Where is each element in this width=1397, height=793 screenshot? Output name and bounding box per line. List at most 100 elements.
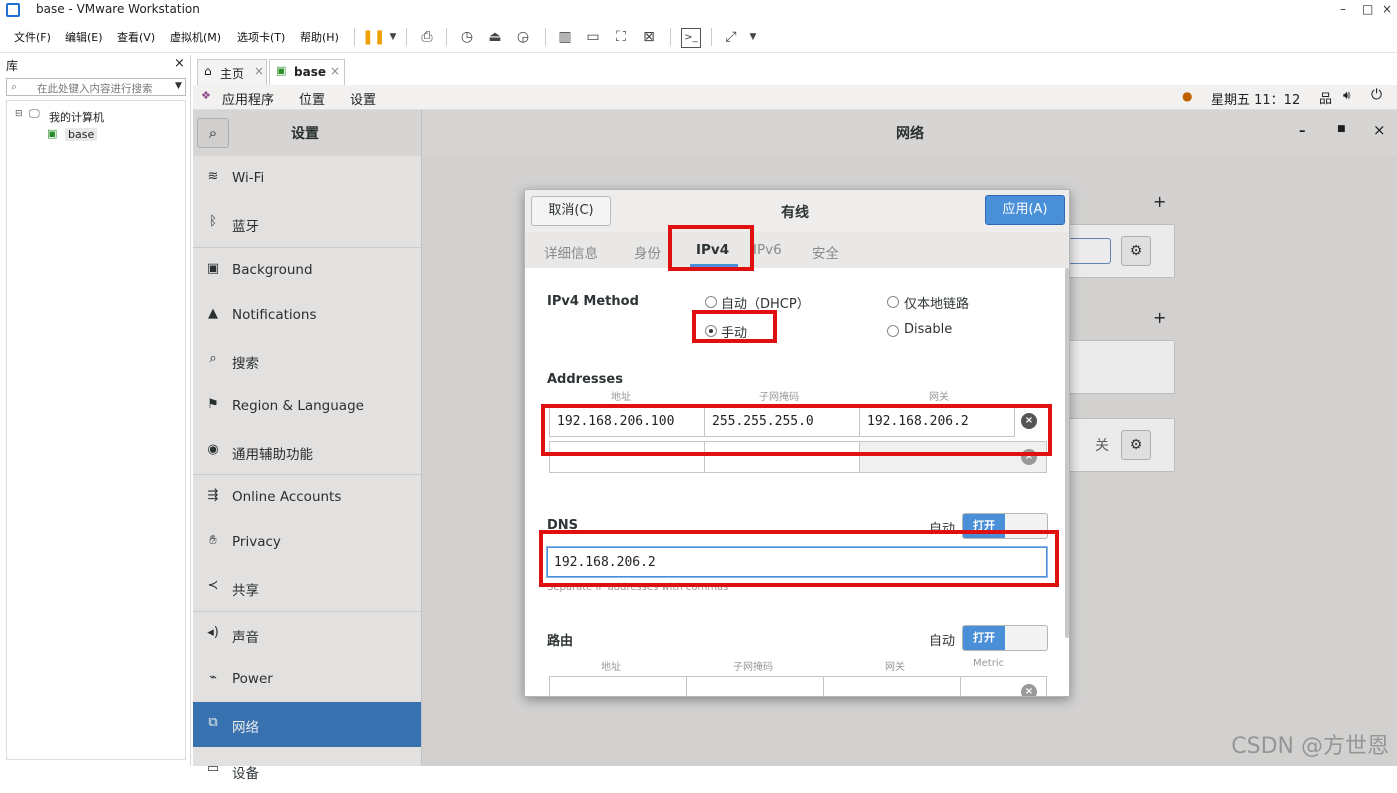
route-address-input[interactable]: [549, 676, 687, 696]
tab-security[interactable]: 安全: [812, 242, 839, 262]
dialog-tabs: 详细信息 身份 IPv4 IPv6 安全: [525, 232, 1069, 269]
chevron-down-icon[interactable]: ▼: [744, 28, 762, 46]
dns-hint: Separate IP addresses with commas: [547, 582, 729, 593]
menu-tabs[interactable]: 选项卡(T): [237, 29, 285, 45]
col-address: 地址: [611, 392, 631, 403]
vm-icon: ▣: [47, 127, 58, 140]
new-netmask-input[interactable]: [704, 441, 860, 473]
chevron-down-icon[interactable]: ▼: [384, 28, 402, 46]
tab-home-label: 主页: [220, 67, 245, 81]
library-search-input[interactable]: ⌕ 在此处键入内容进行搜索 ▼: [6, 78, 186, 96]
radio-manual[interactable]: [705, 325, 717, 337]
console-view-icon[interactable]: ▭: [584, 28, 602, 46]
network-status-icon[interactable]: 品: [1319, 88, 1332, 107]
tab-close-icon[interactable]: ×: [254, 64, 264, 78]
stretch-icon[interactable]: ⤢: [722, 28, 740, 46]
send-keys-icon[interactable]: ⎙: [418, 28, 436, 46]
dialog-scrollbar[interactable]: [1065, 268, 1069, 638]
addresses-label: Addresses: [547, 372, 623, 387]
computer-icon: 🖵: [29, 107, 40, 120]
toolbar-separator: [354, 28, 355, 46]
menu-view[interactable]: 查看(V): [117, 29, 155, 45]
toolbar-separator: [446, 28, 447, 46]
gateway-input[interactable]: 192.168.206.2: [859, 405, 1015, 437]
col-netmask: 子网掩码: [759, 392, 799, 403]
tab-ipv6[interactable]: IPv6: [753, 242, 782, 258]
dns-value: 192.168.206.2: [554, 555, 656, 570]
tree-vm-base[interactable]: base: [65, 128, 98, 141]
terminal-icon[interactable]: >_: [681, 28, 701, 48]
home-icon: ⌂: [204, 64, 212, 78]
dns-toggle-on: 打开: [963, 514, 1005, 538]
tab-details[interactable]: 详细信息: [544, 242, 598, 262]
menu-bar: 文件(F) 编辑(E) 查看(V) 虚拟机(M) 选项卡(T) 帮助(H) ❚❚…: [0, 22, 1397, 53]
cancel-button[interactable]: 取消(C): [531, 196, 611, 226]
active-tab-indicator: [690, 264, 738, 267]
address-input[interactable]: 192.168.206.100: [549, 405, 705, 437]
route-col-gateway: 网关: [885, 662, 905, 673]
dialog-title: 有线: [781, 205, 809, 221]
library-search-placeholder: 在此处键入内容进行搜索: [37, 83, 153, 95]
revert-snapshot-icon[interactable]: ⏏: [486, 28, 504, 46]
netmask-input[interactable]: 255.255.255.0: [704, 405, 860, 437]
delete-address-icon[interactable]: ×: [1021, 413, 1037, 429]
search-icon: ⌕: [11, 80, 18, 93]
apply-button[interactable]: 应用(A): [985, 195, 1065, 225]
vm-icon: ▣: [276, 64, 287, 77]
maximize-button[interactable]: □: [1362, 2, 1373, 16]
power-icon[interactable]: ⏻: [1371, 87, 1382, 103]
route-col-netmask: 子网掩码: [733, 662, 773, 673]
dns-auto-toggle[interactable]: 打开: [962, 513, 1048, 539]
pause-icon[interactable]: ❚❚: [362, 28, 385, 46]
chevron-down-icon[interactable]: ▼: [175, 81, 182, 91]
radio-disable-label: Disable: [904, 322, 953, 337]
dns-label: DNS: [547, 518, 579, 533]
tab-home[interactable]: ⌂ 主页 ×: [197, 59, 267, 85]
ipv4-method-label: IPv4 Method: [547, 294, 639, 309]
menu-file[interactable]: 文件(F): [14, 29, 51, 45]
fullscreen-icon[interactable]: ⛶: [612, 28, 630, 46]
netmask-value: 255.255.255.0: [712, 414, 814, 429]
minimize-button[interactable]: –: [1340, 2, 1346, 16]
dns-input[interactable]: 192.168.206.2: [547, 547, 1047, 577]
toolbar-separator: [545, 28, 546, 46]
clock[interactable]: 星期五 11：12: [1211, 89, 1300, 108]
radio-link-local[interactable]: [887, 296, 899, 308]
places-menu[interactable]: 位置: [299, 89, 325, 108]
routes-toggle-on: 打开: [963, 626, 1005, 650]
menu-help[interactable]: 帮助(H): [300, 29, 339, 45]
tab-base-label: base: [294, 65, 326, 79]
library-close-button[interactable]: ×: [174, 56, 185, 71]
routes-label: 路由: [547, 634, 574, 649]
library-header: 库 ×: [0, 55, 190, 75]
snapshot-icon[interactable]: ◷: [458, 28, 476, 46]
library-view-icon[interactable]: ▥: [556, 28, 574, 46]
radio-disable[interactable]: [887, 325, 899, 337]
route-gateway-input[interactable]: [823, 676, 961, 696]
snapshot-manager-icon[interactable]: ◶: [514, 28, 532, 46]
tab-close-icon[interactable]: ×: [330, 64, 340, 78]
delete-new-address-icon[interactable]: ×: [1021, 449, 1037, 465]
route-netmask-input[interactable]: [686, 676, 824, 696]
tab-identity[interactable]: 身份: [634, 242, 661, 262]
menu-vm[interactable]: 虚拟机(M): [170, 29, 221, 45]
new-gateway-input[interactable]: [859, 441, 1047, 473]
applications-menu[interactable]: 应用程序: [222, 89, 274, 108]
menu-edit[interactable]: 编辑(E): [65, 29, 103, 45]
unity-icon[interactable]: ⊠: [640, 28, 658, 46]
gateway-value: 192.168.206.2: [867, 414, 969, 429]
ipv4-settings: IPv4 Method 自动（DHCP） 仅本地链路 手动 Disable Ad…: [525, 268, 1069, 696]
tree-root-label[interactable]: 我的计算机: [49, 109, 104, 125]
tab-ipv4[interactable]: IPv4: [696, 242, 729, 258]
tab-base[interactable]: ▣ base ×: [269, 59, 345, 85]
radio-auto-dhcp[interactable]: [705, 296, 717, 308]
toolbar-separator: [670, 28, 671, 46]
routes-auto-toggle[interactable]: 打开: [962, 625, 1048, 651]
close-button[interactable]: ×: [1382, 2, 1392, 16]
delete-route-icon[interactable]: ×: [1021, 684, 1037, 696]
volume-icon[interactable]: 🔊︎: [1343, 88, 1351, 103]
collapse-icon[interactable]: ⊟: [15, 109, 23, 119]
new-address-input[interactable]: [549, 441, 705, 473]
route-col-metric: Metric: [973, 658, 1005, 669]
settings-menu[interactable]: 设置: [350, 89, 376, 108]
